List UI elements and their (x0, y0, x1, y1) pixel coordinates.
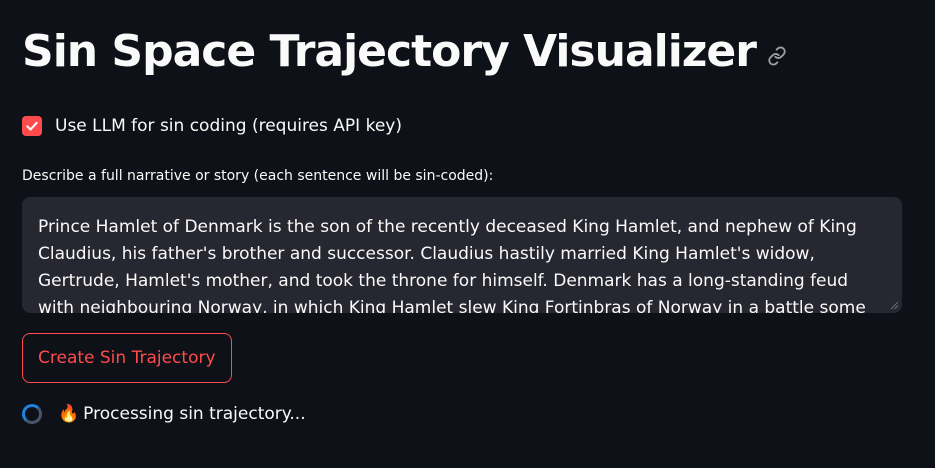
use-llm-label: Use LLM for sin coding (requires API key… (55, 116, 402, 136)
resize-handle-icon[interactable] (890, 301, 899, 310)
loading-spinner-icon (22, 404, 42, 424)
link-icon[interactable] (766, 45, 788, 67)
narrative-text[interactable]: Prince Hamlet of Denmark is the son of t… (38, 214, 886, 313)
narrative-label: Describe a full narrative or story (each… (22, 168, 494, 184)
fire-icon: 🔥 (58, 404, 80, 424)
header: Sin Space Trajectory Visualizer (22, 26, 788, 77)
page-title: Sin Space Trajectory Visualizer (22, 26, 757, 77)
narrative-textarea[interactable]: Prince Hamlet of Denmark is the son of t… (22, 197, 902, 313)
status-indicator: 🔥 Processing sin trajectory... (22, 404, 306, 424)
create-sin-trajectory-button[interactable]: Create Sin Trajectory (22, 333, 232, 383)
app-page: Sin Space Trajectory Visualizer Use LLM … (0, 0, 935, 468)
checkbox-checked-icon[interactable] (22, 116, 42, 136)
status-text: Processing sin trajectory... (83, 404, 306, 424)
use-llm-checkbox[interactable]: Use LLM for sin coding (requires API key… (22, 116, 402, 136)
